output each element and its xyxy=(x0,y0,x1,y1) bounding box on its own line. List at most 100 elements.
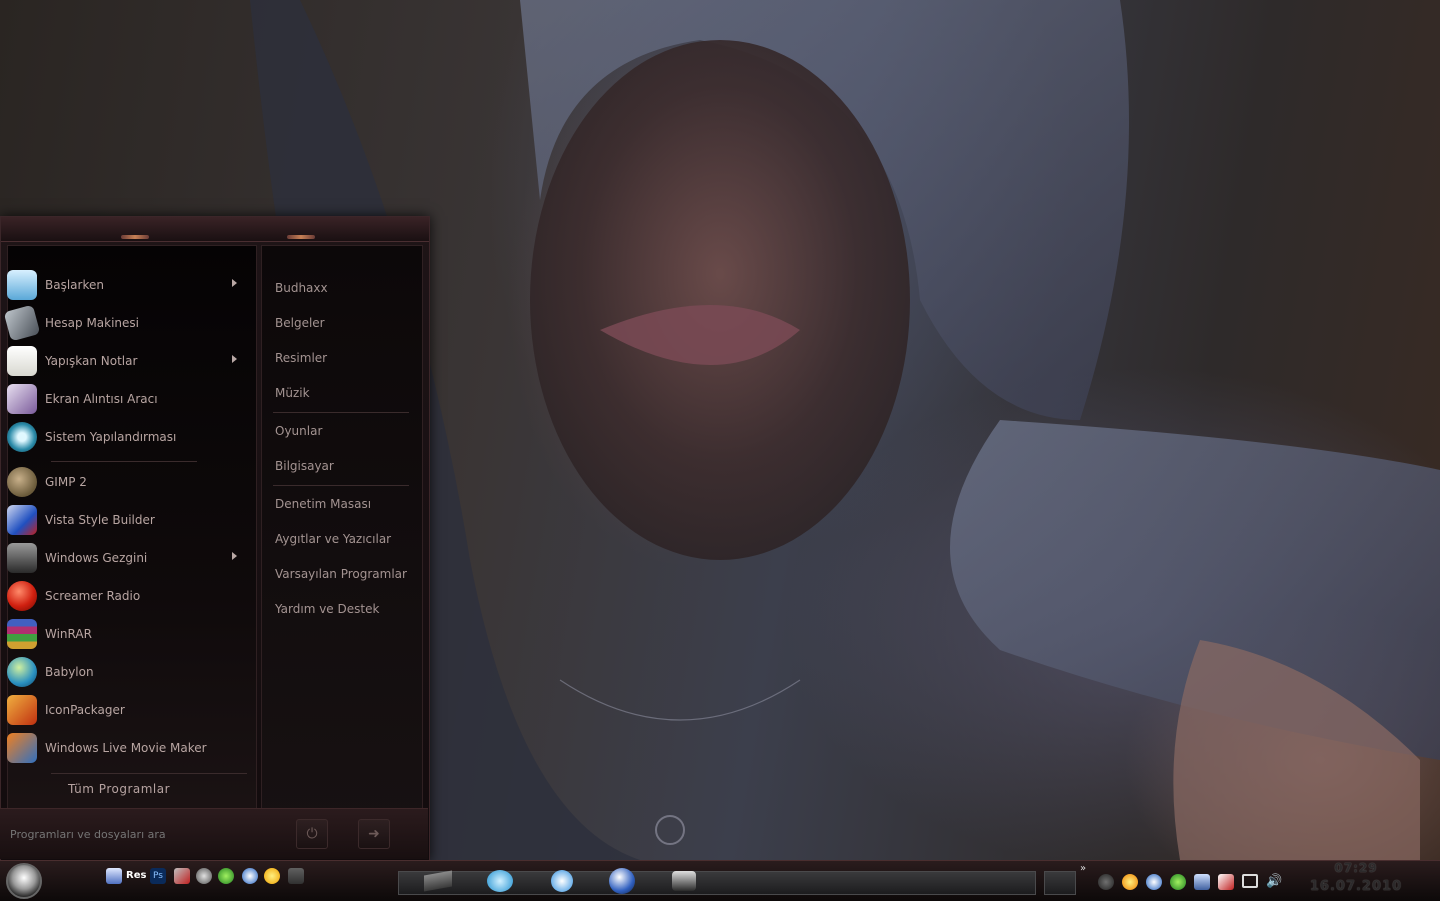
task-button-explorer[interactable] xyxy=(664,865,704,897)
program-item-winrar[interactable]: WinRAR xyxy=(7,617,243,651)
program-item-vista-style-builder[interactable]: Vista Style Builder xyxy=(7,503,243,537)
program-label: IconPackager xyxy=(45,703,125,717)
program-item-getting-started[interactable]: Başlarken xyxy=(7,268,243,302)
photoshop-icon[interactable]: Ps xyxy=(150,868,166,884)
place-devices-printers[interactable]: Aygıtlar ve Yazıcılar xyxy=(275,532,391,546)
program-label: Başlarken xyxy=(45,278,104,292)
program-label: Yapışkan Notlar xyxy=(45,354,138,368)
babylon-small-icon[interactable] xyxy=(242,868,258,884)
snipping-tool-icon xyxy=(7,384,37,414)
start-menu-footer: ⏻ ➜ xyxy=(0,808,428,859)
tools-icon[interactable] xyxy=(174,868,190,884)
back-icon[interactable] xyxy=(1098,874,1114,890)
show-hidden-icons-button[interactable]: » xyxy=(1080,863,1086,874)
clock-date[interactable]: 16.07.2010 xyxy=(1300,879,1412,894)
tray-handle xyxy=(1044,871,1076,895)
task-button-vsb[interactable] xyxy=(480,865,520,897)
program-label: Windows Live Movie Maker xyxy=(45,741,207,755)
shutdown-options-button[interactable]: ➜ xyxy=(358,819,390,849)
shutdown-button[interactable]: ⏻ xyxy=(296,819,328,849)
program-label: Hesap Makinesi xyxy=(45,316,140,330)
tray-user-icon[interactable] xyxy=(1194,874,1210,890)
system-config-icon xyxy=(7,422,37,452)
window-icon xyxy=(424,870,452,892)
separator xyxy=(51,461,197,462)
separator xyxy=(273,412,409,413)
start-menu-header xyxy=(1,217,429,242)
notepad-icon[interactable] xyxy=(106,868,122,884)
sticky-notes-icon xyxy=(7,346,37,376)
iconpackager-icon xyxy=(7,695,37,725)
program-label: Windows Gezgini xyxy=(45,551,148,565)
windows-explorer-icon xyxy=(7,543,37,573)
calculator-icon xyxy=(3,304,41,342)
task-button-window[interactable] xyxy=(418,865,458,897)
program-label: GIMP 2 xyxy=(45,475,87,489)
network-icon[interactable] xyxy=(1242,874,1258,888)
separator xyxy=(51,773,247,774)
tray-shield-icon[interactable] xyxy=(1218,874,1234,890)
program-label: Screamer Radio xyxy=(45,589,141,603)
search-input[interactable] xyxy=(8,821,282,847)
header-ornament xyxy=(121,235,149,239)
alien-icon[interactable] xyxy=(196,868,212,884)
program-item-windows-explorer[interactable]: Windows Gezgini xyxy=(7,541,243,575)
winrar-icon xyxy=(7,619,37,649)
program-label: Vista Style Builder xyxy=(45,513,155,527)
header-ornament xyxy=(287,235,315,239)
program-item-calculator[interactable]: Hesap Makinesi xyxy=(3,304,243,342)
place-computer[interactable]: Bilgisayar xyxy=(275,459,334,473)
smiley-icon[interactable] xyxy=(264,868,280,884)
tray-messenger-icon[interactable] xyxy=(1170,874,1186,890)
reshacker-icon[interactable]: Res xyxy=(126,868,146,884)
program-item-snipping-tool[interactable]: Ekran Alıntısı Aracı xyxy=(7,382,243,416)
screamer-radio-icon xyxy=(7,581,37,611)
place-help-support[interactable]: Yardım ve Destek xyxy=(275,602,379,616)
task-button-browser[interactable] xyxy=(602,865,642,897)
program-label: Babylon xyxy=(45,665,94,679)
place-user-folder[interactable]: Budhaxx xyxy=(275,281,328,295)
place-default-programs[interactable]: Varsayılan Programlar xyxy=(275,567,407,581)
volume-icon[interactable]: 🔊 xyxy=(1266,874,1282,890)
clock-time[interactable]: 07:29 xyxy=(1326,861,1386,875)
program-item-sticky-notes[interactable]: Yapışkan Notlar xyxy=(7,344,243,378)
getting-started-icon xyxy=(7,270,37,300)
program-item-iconpackager[interactable]: IconPackager xyxy=(7,693,243,727)
program-item-system-config[interactable]: Sistem Yapılandırması xyxy=(7,420,243,454)
program-item-movie-maker[interactable]: Windows Live Movie Maker xyxy=(7,731,243,765)
folder-icon xyxy=(672,871,696,891)
separator xyxy=(273,485,409,486)
msn-icon[interactable] xyxy=(218,868,234,884)
program-label: Ekran Alıntısı Aracı xyxy=(45,392,158,406)
start-button[interactable] xyxy=(6,863,42,899)
program-label: Sistem Yapılandırması xyxy=(45,430,177,444)
babylon-icon xyxy=(7,657,37,687)
place-documents[interactable]: Belgeler xyxy=(275,316,325,330)
program-item-screamer-radio[interactable]: Screamer Radio xyxy=(7,579,243,613)
all-programs-button[interactable]: Tüm Programlar xyxy=(68,782,170,796)
submenu-arrow-icon xyxy=(232,552,237,560)
tray-babylon-icon[interactable] xyxy=(1146,874,1162,890)
movie-maker-icon xyxy=(7,733,37,763)
place-control-panel[interactable]: Denetim Masası xyxy=(275,497,371,511)
play-icon xyxy=(551,870,573,892)
program-item-gimp[interactable]: GIMP 2 xyxy=(7,465,243,499)
place-music[interactable]: Müzik xyxy=(275,386,310,400)
submenu-arrow-icon xyxy=(232,355,237,363)
vista-style-builder-icon xyxy=(7,505,37,535)
tray-app-icon[interactable] xyxy=(1122,874,1138,890)
taskbar: Res Ps » 🔊 07:29 16.07.2010 xyxy=(0,860,1440,901)
start-menu: Başlarken Hesap Makinesi Yapışkan Notlar… xyxy=(0,216,430,862)
globe-icon xyxy=(609,868,635,894)
program-label: WinRAR xyxy=(45,627,92,641)
place-pictures[interactable]: Resimler xyxy=(275,351,327,365)
task-button-media-player[interactable] xyxy=(542,865,582,897)
eject-icon[interactable] xyxy=(288,868,304,884)
power-icon: ⏻ xyxy=(306,826,318,842)
arrow-right-icon: ➜ xyxy=(368,826,380,842)
gimp-icon xyxy=(7,467,37,497)
submenu-arrow-icon xyxy=(232,279,237,287)
vsb-icon xyxy=(487,870,513,892)
place-games[interactable]: Oyunlar xyxy=(275,424,322,438)
program-item-babylon[interactable]: Babylon xyxy=(7,655,243,689)
